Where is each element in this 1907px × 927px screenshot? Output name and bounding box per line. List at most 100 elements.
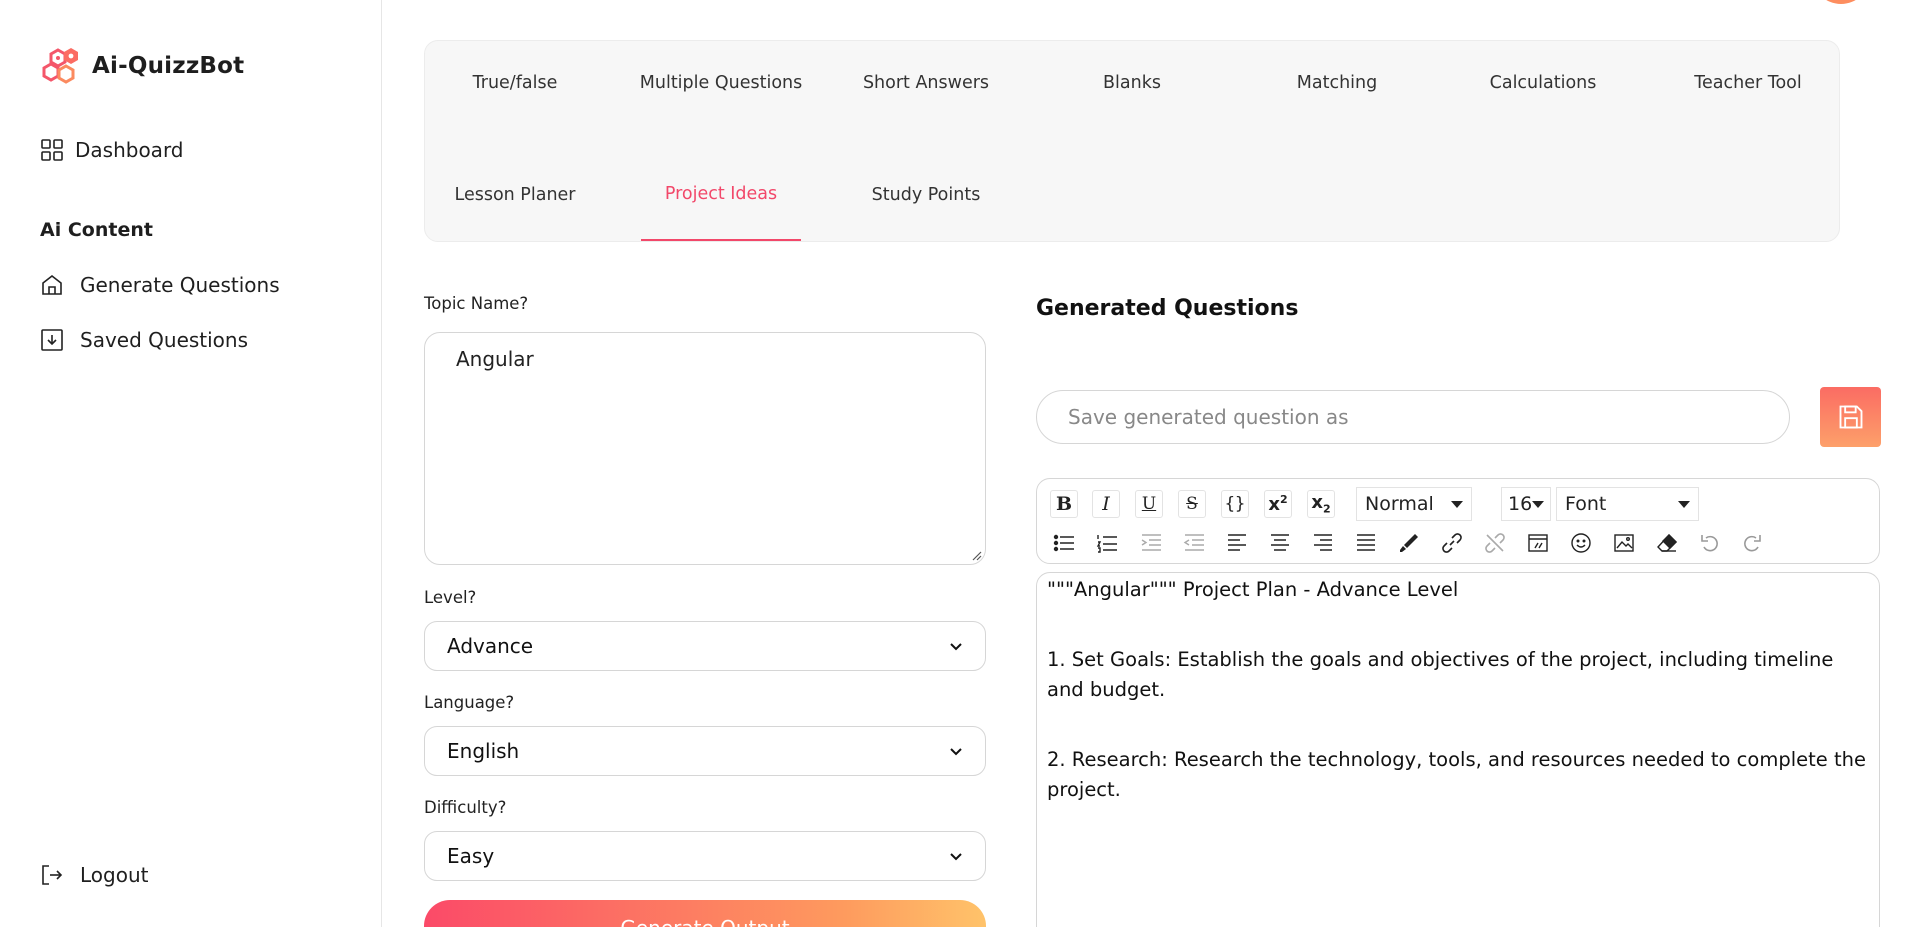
resize-handle-icon[interactable]: [970, 549, 982, 561]
sidebar-item-logout[interactable]: Logout: [40, 862, 148, 888]
app-name: Ai-QuizzBot: [92, 53, 245, 79]
font-family-value: Font: [1565, 493, 1607, 515]
sidebar-item-dashboard[interactable]: Dashboard: [40, 137, 184, 163]
superscript-button[interactable]: x2: [1264, 490, 1292, 518]
embed-button[interactable]: [1524, 529, 1552, 557]
numbered-list-icon: [1096, 535, 1117, 553]
user-avatar[interactable]: [1812, 0, 1870, 4]
topic-textarea[interactable]: Angular: [424, 332, 986, 565]
strikethrough-button[interactable]: S: [1178, 490, 1206, 518]
tab-study-points[interactable]: Study Points: [828, 185, 1024, 205]
emoji-button[interactable]: [1567, 529, 1595, 557]
level-select[interactable]: Advance: [424, 621, 986, 671]
sidebar-item-label: Generate Questions: [80, 273, 280, 297]
image-icon: [1614, 534, 1634, 552]
rich-text-editor[interactable]: """Angular""" Project Plan - Advance Lev…: [1036, 572, 1880, 927]
insert-link-button[interactable]: [1438, 529, 1466, 557]
tab-short-answers[interactable]: Short Answers: [828, 73, 1024, 93]
tab-multiple-questions[interactable]: Multiple Questions: [623, 73, 819, 93]
caret-down-icon: [1532, 500, 1545, 508]
smiley-icon: [1571, 533, 1591, 553]
chevron-down-icon: [950, 643, 962, 651]
tab-matching[interactable]: Matching: [1239, 73, 1435, 93]
outdent-icon: [1183, 534, 1204, 551]
sidebar: Ai-QuizzBot Dashboard Ai Content Generat…: [0, 0, 382, 927]
language-value: English: [447, 739, 520, 763]
undo-button[interactable]: [1696, 529, 1724, 557]
editor-line: """Angular""" Project Plan - Advance Lev…: [1047, 578, 1459, 601]
align-left-icon: [1228, 534, 1246, 551]
topic-value: Angular: [456, 347, 534, 371]
level-value: Advance: [447, 634, 534, 658]
font-family-select[interactable]: Font: [1556, 487, 1699, 521]
language-label: Language?: [424, 693, 515, 712]
sidebar-item-label: Saved Questions: [80, 328, 249, 352]
tab-true-false[interactable]: True/false: [417, 73, 613, 93]
grid-icon: [41, 139, 63, 161]
editor-line: 1. Set Goals: Establish the goals and ob…: [1047, 648, 1834, 701]
unlink-button[interactable]: [1481, 529, 1509, 557]
align-center-button[interactable]: [1266, 529, 1294, 557]
sidebar-item-generate-questions[interactable]: Generate Questions: [40, 272, 280, 298]
undo-icon: [1701, 535, 1718, 552]
font-size-select[interactable]: 16: [1501, 487, 1551, 521]
language-select[interactable]: English: [424, 726, 986, 776]
tab-calculations[interactable]: Calculations: [1445, 73, 1641, 93]
link-icon: [1442, 533, 1462, 553]
app-logo[interactable]: Ai-QuizzBot: [40, 44, 244, 88]
sidebar-item-label: Logout: [80, 863, 149, 887]
home-icon: [42, 274, 62, 295]
text-color-button[interactable]: [1395, 529, 1423, 557]
save-name-input[interactable]: Save generated question as: [1036, 390, 1790, 444]
ordered-list-button[interactable]: [1093, 529, 1121, 557]
embed-frame-icon: [1528, 534, 1548, 552]
chevron-down-icon: [950, 748, 962, 756]
tab-blanks[interactable]: Blanks: [1034, 73, 1230, 93]
align-right-button[interactable]: [1309, 529, 1337, 557]
bold-button[interactable]: B: [1050, 490, 1078, 518]
generated-questions-title: Generated Questions: [1036, 296, 1299, 321]
align-right-icon: [1314, 534, 1332, 551]
question-type-tabs: [424, 40, 1840, 242]
quizzbot-logo-icon: [42, 48, 78, 84]
font-size-value: 16: [1508, 493, 1533, 515]
sidebar-section-title: Ai Content: [40, 219, 153, 241]
download-box-icon: [41, 329, 63, 351]
subscript-button[interactable]: x2: [1307, 490, 1335, 518]
generate-output-button[interactable]: Generate Output: [424, 900, 986, 927]
sidebar-item-label: Dashboard: [75, 138, 184, 162]
unlink-icon: [1485, 533, 1505, 553]
tab-teacher-tool[interactable]: Teacher Tool: [1650, 73, 1846, 93]
level-label: Level?: [424, 588, 477, 607]
insert-image-button[interactable]: [1610, 529, 1638, 557]
align-left-button[interactable]: [1223, 529, 1251, 557]
tab-lesson-planer[interactable]: Lesson Planer: [417, 185, 613, 205]
brush-icon: [1400, 534, 1418, 552]
tab-project-ideas[interactable]: Project Ideas: [623, 184, 819, 204]
save-name-placeholder: Save generated question as: [1068, 405, 1349, 429]
save-button[interactable]: [1820, 387, 1881, 447]
floppy-disk-icon: [1839, 405, 1862, 429]
sidebar-item-saved-questions[interactable]: Saved Questions: [40, 327, 248, 353]
align-justify-icon: [1357, 534, 1375, 551]
difficulty-label: Difficulty?: [424, 798, 507, 817]
editor-toolbar: B I U S {} x2 x2 Normal 16 Font: [1036, 478, 1880, 564]
editor-line: 2. Research: Research the technology, to…: [1047, 748, 1866, 801]
indent-button[interactable]: [1137, 529, 1165, 557]
bullet-list-icon: [1053, 534, 1074, 552]
unordered-list-button[interactable]: [1050, 529, 1078, 557]
underline-button[interactable]: U: [1135, 490, 1163, 518]
redo-button[interactable]: [1738, 529, 1766, 557]
italic-button[interactable]: I: [1092, 490, 1120, 518]
code-button[interactable]: {}: [1221, 490, 1249, 518]
clear-format-button[interactable]: [1653, 529, 1681, 557]
redo-icon: [1744, 535, 1761, 552]
block-type-select[interactable]: Normal: [1356, 487, 1472, 521]
difficulty-value: Easy: [447, 844, 495, 868]
align-justify-button[interactable]: [1352, 529, 1380, 557]
indent-icon: [1141, 534, 1161, 551]
difficulty-select[interactable]: Easy: [424, 831, 986, 881]
topic-label: Topic Name?: [424, 294, 529, 313]
outdent-button[interactable]: [1180, 529, 1208, 557]
chevron-down-icon: [950, 853, 962, 861]
